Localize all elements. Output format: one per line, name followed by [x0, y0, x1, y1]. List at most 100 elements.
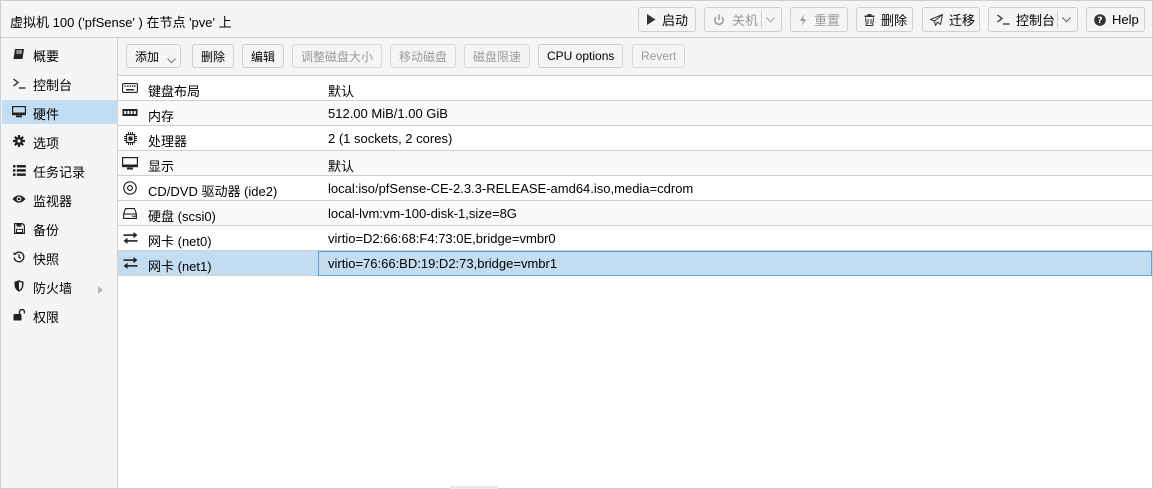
- add-button-label: 添加: [135, 49, 160, 64]
- delete-button[interactable]: 删除: [192, 44, 234, 68]
- expand-arrow-icon[interactable]: [98, 282, 103, 297]
- vm-header: 虚拟机 100 ('pfSense' ) 在节点 'pve' 上 启动 关机 重…: [0, 0, 1153, 38]
- split-divider: [761, 11, 762, 28]
- table-row[interactable]: 处理器 2 (1 sockets, 2 cores): [118, 126, 1152, 151]
- svg-text:?: ?: [1097, 16, 1102, 26]
- remove-button[interactable]: 删除: [856, 7, 913, 32]
- move-disk-button-label: 移动磁盘: [399, 49, 448, 64]
- chevron-down-icon[interactable]: [765, 15, 775, 25]
- desktop-icon: [12, 105, 26, 119]
- row-value: local-lvm:vm-100-disk-1,size=8G: [328, 206, 517, 221]
- sidebar-item-snapshots[interactable]: 快照: [2, 245, 118, 269]
- row-value: local:iso/pfSense-CE-2.3.3-RELEASE-amd64…: [328, 181, 694, 196]
- terminal-icon: [996, 13, 1010, 27]
- vm-sidebar: 概要 控制台 硬件 选项 任务记录 监视器 备份 快照 防火墙 权限: [0, 38, 118, 489]
- row-name: 处理器: [148, 134, 188, 149]
- trash-icon: [864, 13, 875, 27]
- sidebar-item-label: 硬件: [33, 107, 60, 122]
- console-button[interactable]: 控制台: [988, 7, 1078, 32]
- table-row[interactable]: 网卡 (net0) virtio=D2:66:68:F4:73:0E,bridg…: [118, 226, 1152, 251]
- cdrom-icon: [122, 181, 138, 195]
- eye-icon: [12, 192, 26, 206]
- remove-button-label: 删除: [881, 13, 908, 28]
- sidebar-item-label: 任务记录: [33, 165, 86, 180]
- terminal-icon: [12, 76, 26, 90]
- row-value: 默认: [328, 159, 355, 174]
- resize-disk-button[interactable]: 调整磁盘大小: [292, 44, 382, 68]
- chevron-down-icon[interactable]: [1061, 15, 1071, 25]
- sidebar-item-label: 监视器: [33, 194, 73, 209]
- paper-plane-icon: [930, 13, 943, 27]
- unlock-icon: [12, 308, 26, 322]
- gear-icon: [12, 134, 26, 148]
- revert-button-label: Revert: [641, 49, 677, 63]
- chevron-down-icon: [167, 53, 176, 67]
- table-row[interactable]: 显示 默认: [118, 151, 1152, 176]
- sidebar-item-label: 概要: [33, 49, 60, 64]
- disk-throttle-button[interactable]: 磁盘限速: [464, 44, 530, 68]
- bolt-icon: [798, 13, 808, 27]
- sidebar-item-label: 控制台: [33, 78, 73, 93]
- sidebar-item-label: 备份: [33, 223, 60, 238]
- sidebar-item-monitor[interactable]: 监视器: [2, 187, 118, 211]
- table-row[interactable]: 网卡 (net1) virtio=76:66:BD:19:D2:73,bridg…: [118, 251, 1152, 276]
- help-button[interactable]: ? Help: [1086, 7, 1145, 32]
- table-row[interactable]: 键盘布局 默认: [118, 76, 1152, 101]
- split-divider: [1057, 11, 1058, 28]
- migrate-button-label: 迁移: [949, 13, 976, 28]
- sidebar-item-backup[interactable]: 备份: [2, 216, 118, 240]
- row-name: 网卡 (net1): [148, 259, 212, 274]
- sidebar-item-console[interactable]: 控制台: [2, 71, 118, 95]
- sidebar-item-label: 快照: [33, 252, 60, 267]
- migrate-button[interactable]: 迁移: [922, 7, 980, 32]
- shutdown-button-label: 关机: [732, 13, 759, 28]
- row-name: 键盘布局: [148, 84, 201, 99]
- console-button-label: 控制台: [1016, 13, 1056, 28]
- table-row[interactable]: 内存 512.00 MiB/1.00 GiB: [118, 101, 1152, 126]
- sidebar-item-task-history[interactable]: 任务记录: [2, 158, 118, 182]
- revert-button[interactable]: Revert: [632, 44, 685, 68]
- add-button[interactable]: 添加: [126, 44, 181, 68]
- memory-icon: [122, 106, 138, 120]
- question-circle-icon: ?: [1094, 13, 1106, 27]
- shutdown-button[interactable]: 关机: [704, 7, 782, 32]
- hdd-icon: [122, 206, 138, 220]
- cpu-options-button-label: CPU options: [547, 49, 615, 63]
- shield-icon: [12, 279, 26, 293]
- resize-disk-button-label: 调整磁盘大小: [301, 49, 374, 64]
- table-row[interactable]: 硬盘 (scsi0) local-lvm:vm-100-disk-1,size=…: [118, 201, 1152, 226]
- row-name: 显示: [148, 159, 175, 174]
- help-button-label: Help: [1112, 12, 1139, 27]
- row-value: virtio=76:66:BD:19:D2:73,bridge=vmbr1: [328, 256, 558, 271]
- sidebar-item-summary[interactable]: 概要: [2, 42, 118, 66]
- play-icon: [646, 13, 656, 27]
- row-name: 网卡 (net0): [148, 234, 212, 249]
- row-value: 2 (1 sockets, 2 cores): [328, 131, 453, 146]
- sidebar-item-options[interactable]: 选项: [2, 129, 118, 153]
- row-name: CD/DVD 驱动器 (ide2): [148, 184, 278, 199]
- history-icon: [12, 250, 26, 264]
- sidebar-item-label: 选项: [33, 136, 60, 151]
- page-title: 虚拟机 100 ('pfSense' ) 在节点 'pve' 上: [10, 15, 232, 30]
- sidebar-item-hardware[interactable]: 硬件: [2, 100, 118, 124]
- sidebar-item-permissions[interactable]: 权限: [2, 303, 118, 327]
- reset-button[interactable]: 重置: [790, 7, 848, 32]
- cpu-options-button[interactable]: CPU options: [538, 44, 623, 68]
- move-disk-button[interactable]: 移动磁盘: [390, 44, 456, 68]
- table-row[interactable]: CD/DVD 驱动器 (ide2) local:iso/pfSense-CE-2…: [118, 176, 1152, 201]
- list-icon: [12, 163, 26, 177]
- row-value: 512.00 MiB/1.00 GiB: [328, 106, 448, 121]
- keyboard-icon: [122, 81, 138, 95]
- floppy-icon: [12, 221, 26, 235]
- desktop-icon: [122, 156, 138, 170]
- edit-button[interactable]: 编辑: [242, 44, 284, 68]
- sidebar-item-label: 权限: [33, 310, 60, 325]
- cpu-icon: [122, 131, 138, 145]
- power-icon: [712, 13, 726, 27]
- start-button[interactable]: 启动: [638, 7, 696, 32]
- sidebar-item-firewall[interactable]: 防火墙: [2, 274, 118, 298]
- delete-button-label: 删除: [201, 49, 226, 64]
- edit-button-label: 编辑: [251, 49, 276, 64]
- sidebar-item-label: 防火墙: [33, 281, 73, 296]
- row-value: virtio=D2:66:68:F4:73:0E,bridge=vmbr0: [328, 231, 556, 246]
